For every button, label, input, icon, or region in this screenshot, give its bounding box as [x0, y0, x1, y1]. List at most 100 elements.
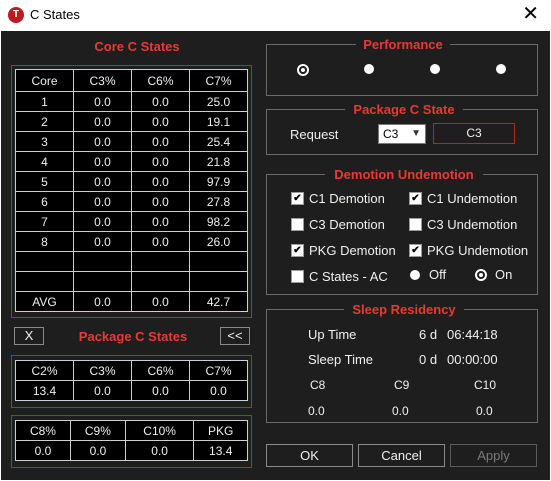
table-cell: 0.0 [15, 440, 71, 461]
package-c-states-table-1: C2% C3% C6% C7% 13.4 0.0 0.0 0.0 [15, 360, 248, 401]
table-cell: 0.0 [131, 291, 190, 312]
table-row: 2 0.0 0.0 19.1 [15, 111, 248, 132]
table-cell: 2 [15, 111, 74, 132]
table-cell: 6 [15, 191, 74, 212]
table-row: AVG 0.0 0.0 42.7 [15, 291, 248, 312]
request-label: Request [290, 127, 339, 142]
table-row [15, 271, 248, 292]
pkg-undemotion-label: PKG Undemotion [427, 243, 529, 258]
table-cell: 7 [15, 211, 74, 232]
table-cell: 27.8 [189, 191, 248, 212]
table-cell: 0.0 [131, 231, 190, 252]
table-cell: 0.0 [189, 380, 248, 401]
c8-value: 0.0 [308, 404, 325, 418]
table-cell [189, 251, 248, 272]
c3-undemotion-checkbox[interactable] [409, 218, 422, 231]
table-row: 1 0.0 0.0 25.0 [15, 91, 248, 112]
on-radio[interactable] [475, 269, 487, 281]
table-header: C2% [15, 360, 74, 381]
table-cell: 0.0 [131, 380, 190, 401]
on-label: On [495, 267, 513, 282]
chevron-down-icon: ▼ [411, 128, 421, 139]
apply-button[interactable]: Apply [450, 444, 537, 467]
table-header: C7% [189, 360, 248, 381]
table-cell: 25.4 [189, 131, 248, 152]
table-cell: 98.2 [189, 211, 248, 232]
off-label: Off [429, 267, 447, 282]
performance-radio-2[interactable] [364, 64, 374, 74]
table-cell: 0.0 [73, 91, 132, 112]
c1-demotion-checkbox[interactable]: ✔ [291, 192, 304, 205]
app-icon: T [8, 7, 24, 23]
table-cell: 0.0 [73, 211, 132, 232]
c1-undemotion-checkbox[interactable]: ✔ [409, 192, 422, 205]
cancel-button[interactable]: Cancel [358, 444, 445, 467]
table-header: C8% [15, 420, 71, 441]
window-title: C States [30, 7, 80, 22]
back-button[interactable]: << [220, 327, 250, 345]
table-cell: 4 [15, 151, 74, 172]
table-cell: 0.0 [73, 131, 132, 152]
table-cell: 21.8 [189, 151, 248, 172]
table-cell: 13.4 [193, 440, 248, 461]
table-cell [189, 271, 248, 292]
pkg-demotion-checkbox[interactable]: ✔ [291, 244, 304, 257]
table-cell: 0.0 [131, 131, 190, 152]
sleep-days: 0 d [419, 352, 438, 367]
table-header: Core [15, 69, 74, 92]
performance-radio-1[interactable] [297, 64, 309, 76]
current-c-state-display: C3 [433, 123, 515, 144]
c3-demotion-checkbox[interactable] [291, 218, 304, 231]
c1-demotion-label: C1 Demotion [309, 191, 385, 206]
table-header: C7% [189, 69, 248, 92]
table-cell: 0.0 [73, 151, 132, 172]
table-row: 6 0.0 0.0 27.8 [15, 191, 248, 212]
package-c-state-title: Package C State [345, 102, 463, 117]
table-cell: 0.0 [131, 111, 190, 132]
close-icon[interactable]: ✕ [522, 3, 539, 25]
table-cell: 0.0 [73, 191, 132, 212]
off-radio[interactable] [410, 270, 420, 280]
c10-label: C10 [474, 378, 497, 392]
table-cell: 0.0 [69, 440, 126, 461]
table-cell [73, 271, 132, 292]
table-cell: 0.0 [131, 151, 190, 172]
table-cell [15, 251, 74, 272]
table-row [15, 251, 248, 272]
c3-demotion-label: C3 Demotion [309, 217, 385, 232]
table-cell [73, 251, 132, 272]
c3-undemotion-label: C3 Undemotion [427, 217, 518, 232]
request-select-value: C3 [383, 127, 399, 141]
table-row: 3 0.0 0.0 25.4 [15, 131, 248, 152]
pkg-undemotion-checkbox[interactable]: ✔ [409, 244, 422, 257]
table-header: C3% [73, 69, 132, 92]
uptime-days: 6 d [419, 327, 438, 342]
performance-radio-3[interactable] [430, 64, 440, 74]
table-cell: 42.7 [189, 291, 248, 312]
table-cell: 25.0 [189, 91, 248, 112]
uptime-time: 06:44:18 [447, 327, 498, 342]
table-cell: 13.4 [15, 380, 74, 401]
table-cell: 26.0 [189, 231, 248, 252]
core-c-states-table: Core C3% C6% C7% 1 0.0 0.0 25.0 2 0.0 0.0 19.1 3… [15, 69, 248, 312]
cstates-ac-label: C States - AC [309, 269, 388, 284]
table-cell: 19.1 [189, 111, 248, 132]
table-cell: 0.0 [73, 111, 132, 132]
table-row: 5 0.0 0.0 97.9 [15, 171, 248, 192]
table-cell: 0.0 [131, 191, 190, 212]
request-select[interactable]: C3 ▼ [378, 124, 426, 144]
c1-undemotion-label: C1 Undemotion [427, 191, 518, 206]
title-bar: T C States ✕ [0, 0, 551, 30]
table-cell [131, 271, 190, 292]
performance-radio-4[interactable] [496, 64, 506, 74]
x-button[interactable]: X [14, 327, 44, 345]
sleep-time-label: Sleep Time [308, 352, 374, 367]
core-c-states-title: Core C States [85, 39, 189, 54]
performance-title: Performance [356, 37, 450, 52]
cstates-ac-checkbox[interactable] [291, 270, 304, 283]
ok-button[interactable]: OK [266, 444, 353, 467]
c9-label: C9 [394, 378, 410, 392]
table-header: C6% [131, 360, 190, 381]
table-header: PKG [193, 420, 248, 441]
table-cell: 8 [15, 231, 74, 252]
